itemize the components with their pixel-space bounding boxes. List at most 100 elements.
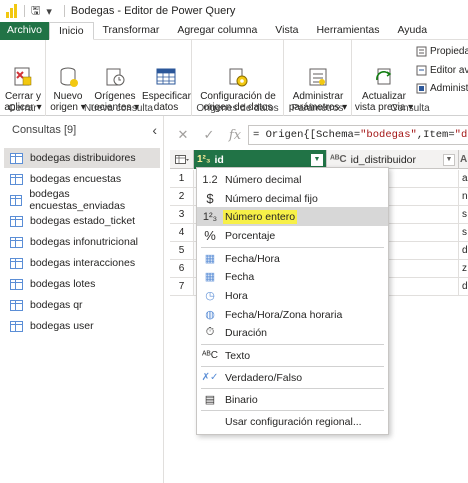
ribbon-tabs: Archivo Inicio Transformar Agregar colum…	[0, 22, 468, 40]
query-item[interactable]: bodegas estado_ticket	[4, 211, 160, 231]
tab-herramientas[interactable]: Herramientas	[307, 22, 388, 40]
whole-number-type-icon[interactable]: 1²₃	[197, 154, 211, 165]
ribbon: Cerrar y aplicar ▾ Cerrar Nuevo origen ▾…	[0, 40, 468, 116]
menu-item-numero-entero[interactable]: 1²₃ Número entero	[197, 207, 388, 226]
table-cell[interactable]: s	[459, 206, 468, 224]
query-item[interactable]: bodegas encuestas_enviadas	[4, 188, 160, 212]
close-apply-icon	[12, 55, 34, 86]
menu-item-fecha-hora-zona[interactable]: ◍ Fecha/Hora/Zona horaria	[197, 305, 388, 324]
row-number[interactable]: 2	[170, 188, 194, 206]
manage-icon	[416, 83, 427, 94]
menu-item-numero-decimal[interactable]: 1.2 Número decimal	[197, 170, 388, 189]
table-cell[interactable]: z	[459, 260, 468, 278]
data-type-menu: 1.2 Número decimal $ Número decimal fijo…	[196, 167, 389, 435]
query-item[interactable]: bodegas interacciones	[4, 253, 160, 273]
text-type-icon[interactable]: ᴬᴮC	[330, 154, 347, 165]
query-item[interactable]: bodegas user	[4, 316, 160, 336]
stopwatch-icon: ⏱	[205, 326, 215, 338]
menu-separator	[201, 247, 384, 248]
queries-pane: Consultas [9] ‹ bodegas distribuidores b…	[0, 116, 164, 483]
column-header-next[interactable]: A	[459, 150, 468, 169]
confirm-formula-icon[interactable]: ✓	[196, 127, 222, 143]
globe-calendar-icon: ◍	[205, 309, 215, 321]
table-cell[interactable]: n	[459, 188, 468, 206]
advanced-editor-label: Editor av	[430, 65, 468, 76]
fx-icon[interactable]: fx	[222, 128, 248, 143]
menu-item-duracion[interactable]: ⏱ Duración	[197, 323, 388, 342]
row-number[interactable]: 3	[170, 206, 194, 224]
manage-button[interactable]: Administ	[416, 83, 468, 94]
group-consulta: Actualizar vista previa ▾ Propieda Edito…	[352, 40, 468, 116]
query-item[interactable]: bodegas lotes	[4, 274, 160, 294]
table-cell[interactable]: s	[459, 224, 468, 242]
true-false-icon: ✗✓	[201, 372, 219, 383]
menu-item-fecha[interactable]: ▦ Fecha	[197, 267, 388, 286]
collapse-pane-icon[interactable]: ‹	[152, 122, 157, 138]
group-nueva-consulta: Nuevo origen ▾ Orígenes recientes ▾ Espe…	[46, 40, 192, 116]
advanced-editor-button[interactable]: Editor av	[416, 65, 468, 76]
menu-item-numero-decimal-fijo[interactable]: $ Número decimal fijo	[197, 189, 388, 208]
menu-separator	[201, 366, 384, 367]
calendar-clock-icon: ▦	[204, 253, 216, 265]
tab-ayuda[interactable]: Ayuda	[388, 22, 436, 40]
row-number[interactable]: 1	[170, 170, 194, 188]
tab-vista[interactable]: Vista	[266, 22, 307, 40]
column-name: id_distribuidor	[350, 153, 416, 166]
table-menu-icon	[174, 154, 189, 164]
currency-icon: $	[206, 191, 214, 206]
clock-icon: ◷	[205, 290, 215, 302]
manage-label: Administ	[430, 83, 468, 94]
power-bi-logo-icon	[6, 4, 18, 18]
recent-sources-icon	[104, 55, 126, 86]
menu-item-porcentaje[interactable]: % Porcentaje	[197, 226, 388, 245]
formula-input[interactable]: = Origen{[Schema="bodegas",Item="dis	[248, 125, 468, 145]
query-item[interactable]: bodegas encuestas	[4, 169, 160, 189]
query-item[interactable]: bodegas distribuidores	[4, 148, 160, 168]
row-number[interactable]: 6	[170, 260, 194, 278]
table-cell[interactable]: d	[459, 278, 468, 296]
menu-separator	[201, 410, 384, 411]
refresh-icon	[373, 55, 395, 85]
menu-item-texto[interactable]: ᴬᴮC Texto	[197, 346, 388, 365]
table-icon	[10, 152, 23, 164]
menu-item-hora[interactable]: ◷ Hora	[197, 286, 388, 305]
menu-item-configuracion-regional[interactable]: Usar configuración regional...	[197, 412, 388, 431]
tab-inicio[interactable]: Inicio	[49, 22, 94, 40]
query-item[interactable]: bodegas qr	[4, 295, 160, 315]
quick-access-dropdown-icon[interactable]: ▾	[46, 5, 52, 18]
percent-icon: %	[204, 228, 216, 243]
decimal-number-icon: 1.2	[202, 173, 218, 186]
advanced-editor-icon	[416, 65, 427, 76]
group-label-cerrar: Cerrar	[8, 103, 37, 114]
enter-data-icon	[155, 55, 177, 85]
tab-agregar-columna[interactable]: Agregar columna	[168, 22, 266, 40]
table-cell[interactable]: d	[459, 242, 468, 260]
table-icon	[10, 278, 23, 290]
group-label-origenes-datos: Orígenes de datos	[196, 103, 279, 114]
group-label-consulta: Consulta	[390, 103, 430, 114]
text-type-icon: ᴬᴮC	[202, 350, 218, 361]
table-icon	[10, 173, 23, 185]
save-icon[interactable]: 🖫	[31, 2, 40, 21]
row-number[interactable]: 4	[170, 224, 194, 242]
query-item[interactable]: bodegas infonutricional	[4, 232, 160, 252]
binary-icon: ▤	[204, 394, 216, 406]
group-origenes-datos: Configuración de origen de datos Orígene…	[192, 40, 284, 116]
column-name: id	[214, 153, 224, 166]
column-filter-dropdown-icon[interactable]: ▼	[443, 153, 455, 166]
menu-item-binario[interactable]: ▤ Binario	[197, 390, 388, 409]
menu-item-fecha-hora[interactable]: ▦ Fecha/Hora	[197, 249, 388, 268]
menu-item-verdadero-falso[interactable]: ✗✓ Verdadero/Falso	[197, 368, 388, 387]
group-label-parametros: Parámetros	[291, 103, 344, 114]
column-filter-dropdown-icon[interactable]: ▼	[311, 153, 323, 166]
properties-button[interactable]: Propieda	[416, 46, 468, 57]
tab-archivo[interactable]: Archivo	[0, 22, 50, 40]
tab-transformar[interactable]: Transformar	[94, 22, 169, 40]
text-type-icon: A	[460, 154, 468, 165]
cancel-formula-icon[interactable]: ✕	[170, 127, 196, 143]
table-menu-button[interactable]	[170, 150, 194, 169]
row-number[interactable]: 7	[170, 278, 194, 296]
manage-parameters-icon	[307, 55, 329, 86]
row-number[interactable]: 5	[170, 242, 194, 260]
table-cell[interactable]: a	[459, 170, 468, 188]
